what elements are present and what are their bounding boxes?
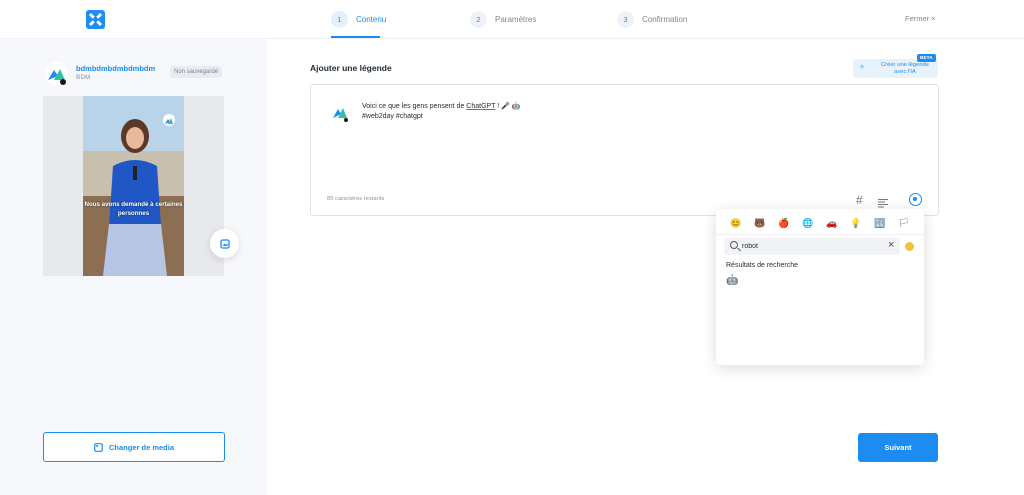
flags-category-icon[interactable]: 🏳	[898, 218, 910, 229]
food-category-icon[interactable]: 🍎	[778, 218, 790, 229]
emoji-category-bar: 😊 🐻 🍎 🌐 🚗 💡 🔣 🏳	[716, 213, 924, 235]
emoji-search-input[interactable]	[742, 240, 882, 253]
step-parametres[interactable]: 2 Paramètres	[470, 9, 536, 29]
step-label: Confirmation	[642, 14, 688, 24]
step-number: 1	[331, 10, 348, 28]
emoji-picker-icon[interactable]	[909, 193, 922, 206]
caption-prefix: Voici ce que les gens pensent de	[362, 103, 467, 110]
clear-search-icon[interactable]: ×	[888, 239, 894, 251]
search-icon	[730, 241, 738, 249]
image-icon	[94, 442, 103, 452]
edit-media-button[interactable]	[210, 229, 239, 258]
video-preview[interactable]: Nous avons demandé à certaines personnes	[83, 96, 184, 276]
emoji-search-field[interactable]: ×	[724, 238, 900, 255]
account-name: bdmbdmbdmbdmbdm	[76, 64, 156, 73]
hashtag-icon[interactable]: #	[856, 193, 863, 207]
caption-hashtags[interactable]: #web2day #chatgpt	[362, 113, 423, 120]
symbols-category-icon[interactable]: 🔣	[874, 218, 886, 229]
image-edit-icon	[219, 238, 230, 249]
caption-text[interactable]: Voici ce que les gens pensent de ChatGPT…	[362, 102, 521, 110]
video-caption: Nous avons demandé à certaines personnes	[84, 201, 183, 217]
caption-suffix: ! 🎤 🤖	[495, 103, 521, 110]
section-title: Ajouter une légende	[310, 63, 392, 73]
avatar	[45, 62, 68, 85]
step-label: Paramètres	[495, 14, 537, 24]
step-confirmation[interactable]: 3 Confirmation	[617, 9, 687, 29]
animals-category-icon[interactable]: 🐻	[754, 218, 766, 229]
emoji-result-robot[interactable]: 🤖	[726, 275, 738, 286]
change-media-button[interactable]: Changer de media	[43, 432, 225, 462]
vehicles-category-icon[interactable]: 🚗	[826, 218, 838, 229]
objects-category-icon[interactable]: 💡	[850, 218, 862, 229]
sparkle-icon: ✧	[859, 64, 865, 71]
app-logo-icon[interactable]	[86, 10, 105, 29]
beta-badge: BETA	[917, 54, 936, 62]
ai-caption-label: Créer une légende avec l'IA	[880, 62, 930, 75]
avatar	[331, 103, 350, 122]
account-handle: BDM	[76, 74, 91, 81]
step-number: 3	[617, 10, 634, 28]
emoji-picker: 😊 🐻 🍎 🌐 🚗 💡 🔣 🏳 × Résultats de recherche…	[716, 209, 924, 365]
char-count: 85 caractères restants	[327, 196, 385, 202]
search-results-label: Résultats de recherche	[726, 262, 798, 269]
skin-tone-selector[interactable]	[905, 242, 914, 251]
top-bar: 1 Contenu 2 Paramètres 3 Confirmation Fe…	[0, 0, 1024, 39]
watermark-logo-icon	[163, 114, 175, 126]
caption-link: ChatGPT	[466, 103, 496, 110]
step-number: 2	[470, 10, 487, 28]
change-media-label: Changer de media	[108, 442, 175, 452]
status-badge: Non sauvegardé	[170, 66, 223, 78]
next-button[interactable]: Suivant	[858, 433, 938, 462]
step-label: Contenu	[356, 14, 387, 24]
active-step-indicator	[331, 36, 380, 38]
smileys-category-icon[interactable]: 😊	[730, 218, 742, 229]
close-button[interactable]: Fermer ×	[905, 14, 936, 23]
travel-category-icon[interactable]: 🌐	[802, 218, 814, 229]
step-contenu[interactable]: 1 Contenu	[331, 9, 386, 29]
